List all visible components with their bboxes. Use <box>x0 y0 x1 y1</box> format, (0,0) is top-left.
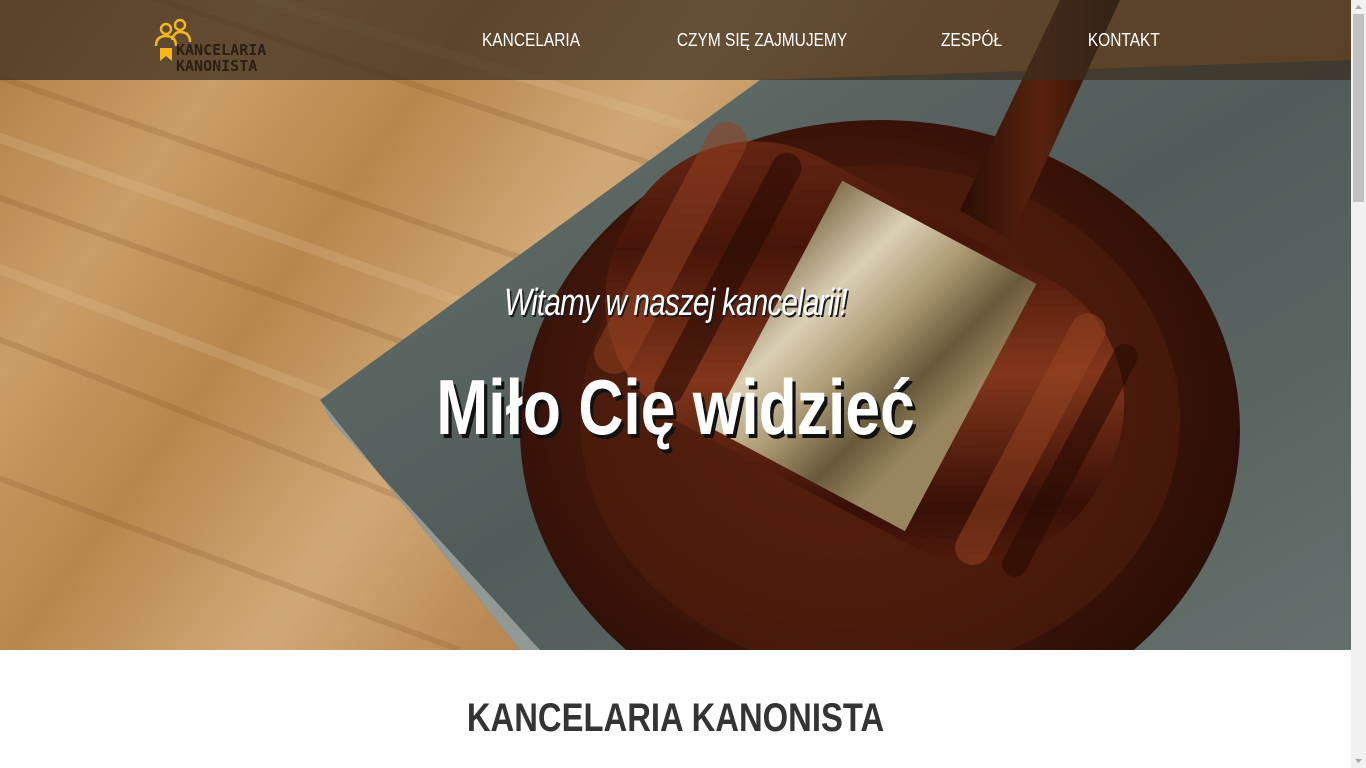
hero-gavel-image <box>0 0 1351 650</box>
scroll-up-arrow-icon[interactable] <box>1351 0 1366 14</box>
hero-title: Miło Cię widzieć <box>436 363 915 451</box>
scroll-down-arrow-icon[interactable] <box>1351 754 1366 768</box>
section-title: KANCELARIA KANONISTA <box>466 696 885 740</box>
hero-subtitle: Witamy w naszej kancelarii! <box>504 282 847 324</box>
nav-link-czym-sie-zajmujemy[interactable]: CZYM SIĘ ZAJMUJEMY <box>677 30 847 51</box>
page-scrollbar[interactable] <box>1351 0 1366 768</box>
nav-link-zespol[interactable]: ZESPÓŁ <box>941 30 1002 51</box>
navbar: KANCELARIA KANONISTA KANCELARIA CZYM SIĘ… <box>0 0 1351 80</box>
about-section: KANCELARIA KANONISTA <box>0 650 1351 768</box>
main-nav: KANCELARIA CZYM SIĘ ZAJMUJEMY ZESPÓŁ KON… <box>474 0 1166 80</box>
page: KANCELARIA KANONISTA KANCELARIA CZYM SIĘ… <box>0 0 1351 768</box>
scroll-thumb[interactable] <box>1353 14 1364 202</box>
nav-link-kontakt[interactable]: KONTAKT <box>1088 30 1160 51</box>
nav-link-kancelaria[interactable]: KANCELARIA <box>482 30 580 51</box>
hero-section: KANCELARIA KANONISTA KANCELARIA CZYM SIĘ… <box>0 0 1351 650</box>
logo-line-2: KANONISTA <box>176 57 258 75</box>
logo-text: KANCELARIA KANONISTA <box>176 42 266 74</box>
logo-line-1: KANCELARIA <box>176 41 267 59</box>
logo[interactable]: KANCELARIA KANONISTA <box>154 16 296 74</box>
